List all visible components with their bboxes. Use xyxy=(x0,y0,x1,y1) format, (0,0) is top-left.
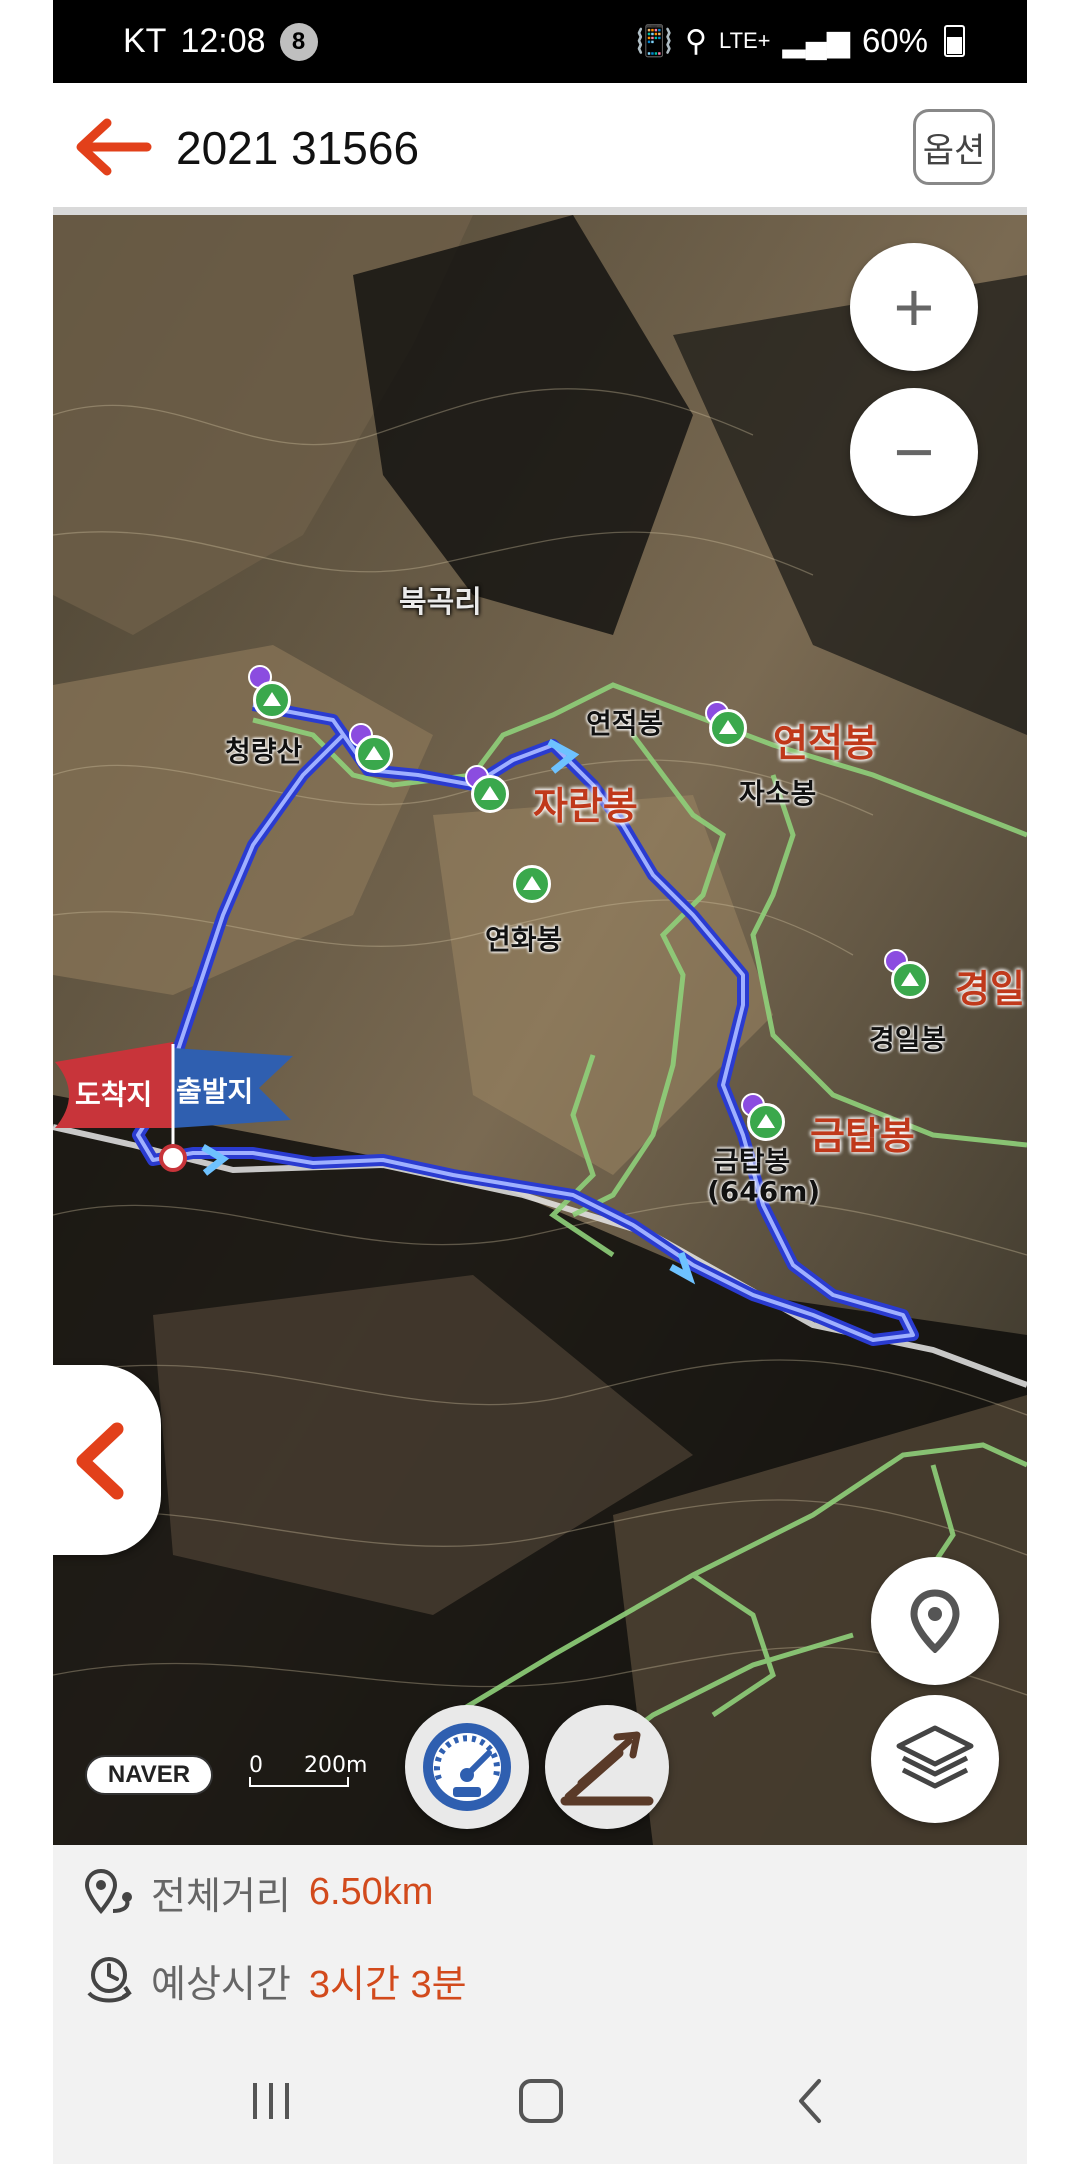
app-header: 2021 31566 옵션 xyxy=(53,83,1027,207)
location-icon: ⚲ xyxy=(684,24,707,58)
scale-bar xyxy=(249,1777,349,1787)
option-button[interactable]: 옵션 xyxy=(913,109,995,185)
time-value: 3시간 3분 xyxy=(308,1964,467,2006)
elevation-button[interactable] xyxy=(545,1705,669,1829)
naver-logo: NAVER xyxy=(85,1755,213,1795)
mountain-icon[interactable] xyxy=(709,709,747,747)
home-icon[interactable] xyxy=(511,2073,571,2129)
arrival-flag-label: 도착지 xyxy=(75,1078,153,1111)
carrier-label: KT xyxy=(123,22,167,60)
mountain-icon[interactable] xyxy=(471,775,509,813)
mountain-icon[interactable] xyxy=(253,681,291,719)
peak-label: 청량산 xyxy=(225,735,303,768)
mountain-icon[interactable] xyxy=(355,735,393,773)
location-pin-icon xyxy=(910,1589,960,1653)
page-title: 2021 31566 xyxy=(176,122,420,174)
peak-label-highlight: 금탑봉 xyxy=(810,1114,915,1158)
notification-count-badge: 8 xyxy=(279,22,318,61)
map-scale-bar: 0 200m xyxy=(249,1753,367,1793)
battery-icon xyxy=(944,25,965,57)
time-row: 예상시간 3시간 3분 xyxy=(83,1953,467,2008)
peak-label-highlight: 연적봉 xyxy=(773,721,878,765)
route-info-panel: 전체거리 6.50km 예상시간 3시간 3분 xyxy=(53,1845,1027,2035)
peak-label: 연적봉 xyxy=(586,707,664,740)
departure-flag-label: 출발지 xyxy=(176,1075,254,1108)
signal-icon: ▂▄▆ xyxy=(782,24,850,58)
recent-apps-icon[interactable] xyxy=(241,2073,301,2129)
layers-icon xyxy=(896,1725,974,1789)
time-label: 예상시간 xyxy=(151,1962,291,2006)
network-type: LTE+ xyxy=(718,28,771,53)
peak-label: 연화봉 xyxy=(485,923,563,956)
clock: 12:08 xyxy=(180,22,266,60)
mountain-icon[interactable] xyxy=(513,865,551,903)
peak-label-highlight: 자란봉 xyxy=(533,784,638,828)
my-location-button[interactable] xyxy=(871,1557,999,1685)
back-arrow-icon[interactable] xyxy=(73,117,153,177)
peak-label-highlight: 경일 xyxy=(955,967,1025,1011)
distance-row: 전체거리 6.50km xyxy=(83,1865,433,1920)
header-divider xyxy=(53,207,1027,215)
chevron-left-icon xyxy=(76,1422,124,1500)
system-navigation-bar xyxy=(53,2035,1027,2164)
map-view[interactable]: 북곡리 청량산 자란봉 연적봉 연적봉 자소봉 연화봉 경일봉 경일 금탑봉 (… xyxy=(53,215,1027,1845)
speedometer-button[interactable] xyxy=(405,1705,529,1829)
peak-label: 금탑봉 xyxy=(713,1145,791,1178)
vibrate-mute-icon: 📳 xyxy=(635,24,673,58)
map-layers-button[interactable] xyxy=(871,1695,999,1823)
zoom-in-button[interactable]: + xyxy=(850,243,978,371)
scale-distance-label: 200m xyxy=(304,1753,368,1778)
scale-zero-label: 0 xyxy=(249,1753,263,1778)
mountain-icon[interactable] xyxy=(891,961,929,999)
battery-percent: 60% xyxy=(861,22,928,59)
peak-elevation-label: (646m) xyxy=(707,1175,821,1208)
minus-icon: − xyxy=(893,413,935,491)
plus-icon: + xyxy=(893,268,935,346)
mountain-icon[interactable] xyxy=(747,1103,785,1141)
distance-label: 전체거리 xyxy=(151,1874,291,1918)
peak-label: 자소봉 xyxy=(739,777,817,810)
back-icon[interactable] xyxy=(781,2073,841,2129)
route-distance-icon xyxy=(84,1868,132,1914)
status-bar: KT 12:08 8 📳 ⚲ LTE+ ▂▄▆ 60% xyxy=(53,0,1027,83)
elevation-icon xyxy=(560,1731,654,1806)
peak-label: 경일봉 xyxy=(869,1023,947,1056)
side-panel-toggle[interactable] xyxy=(53,1365,161,1555)
distance-value: 6.50km xyxy=(308,1871,434,1913)
speedometer-icon xyxy=(423,1723,511,1811)
place-label: 북곡리 xyxy=(399,585,482,620)
zoom-out-button[interactable]: − xyxy=(850,388,978,516)
estimated-time-icon xyxy=(87,1956,132,2002)
